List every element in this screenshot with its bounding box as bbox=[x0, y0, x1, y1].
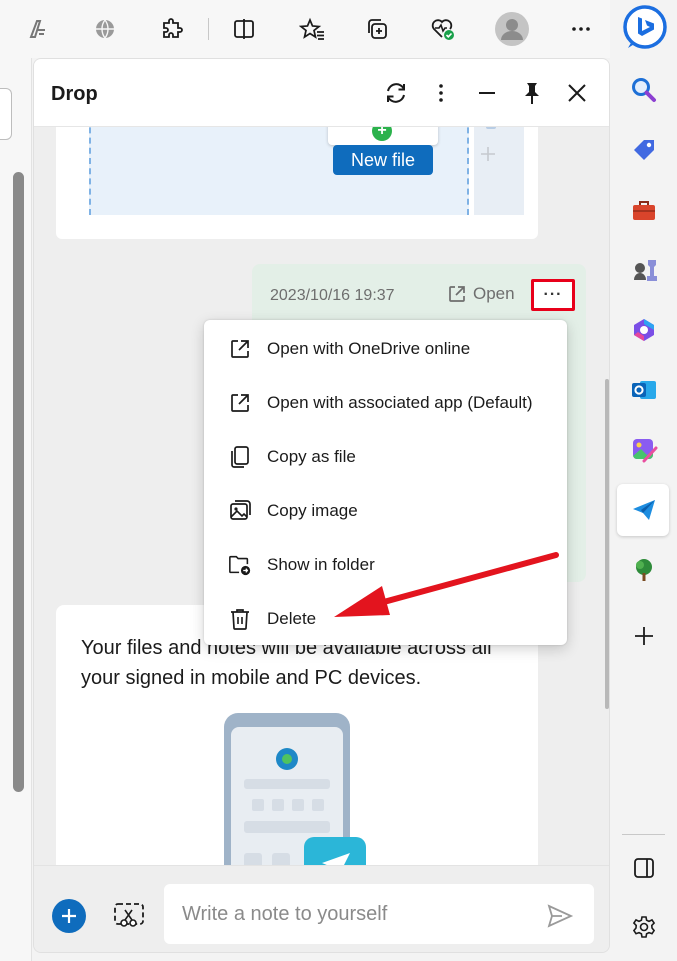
add-content-button[interactable] bbox=[52, 899, 86, 933]
menu-item-label: Delete bbox=[267, 609, 317, 628]
close-icon[interactable] bbox=[563, 79, 591, 107]
split-screen-icon[interactable] bbox=[229, 14, 259, 44]
open-external-icon bbox=[449, 286, 465, 302]
browser-essentials-icon[interactable] bbox=[428, 14, 458, 44]
trash-icon bbox=[228, 607, 252, 631]
plus-icon bbox=[62, 909, 76, 923]
search-icon[interactable] bbox=[626, 72, 662, 108]
collections-icon[interactable] bbox=[362, 14, 392, 44]
screenshot-icon[interactable] bbox=[112, 898, 146, 932]
settings-icon[interactable] bbox=[626, 910, 662, 946]
read-aloud-icon[interactable] bbox=[24, 14, 54, 44]
pane-header: Drop bbox=[34, 59, 609, 127]
menu-item-copy-as-file[interactable]: Copy as file bbox=[204, 430, 567, 484]
tree-icon[interactable] bbox=[626, 552, 662, 588]
send-icon[interactable] bbox=[544, 900, 576, 932]
tools-icon[interactable] bbox=[626, 192, 662, 228]
outlook-icon[interactable] bbox=[626, 372, 662, 408]
folder-icon bbox=[228, 553, 252, 577]
drop-icon[interactable] bbox=[626, 492, 662, 528]
copy-icon bbox=[228, 445, 252, 469]
message-more-label: ··· bbox=[543, 286, 563, 303]
browser-toolbar bbox=[0, 0, 610, 58]
designer-icon[interactable] bbox=[626, 432, 662, 468]
menu-item-label: Copy image bbox=[267, 501, 358, 520]
bing-copilot-icon[interactable] bbox=[622, 4, 668, 50]
sidebar-divider bbox=[622, 834, 665, 835]
annotation-arrow bbox=[334, 552, 559, 617]
image-icon bbox=[228, 499, 252, 523]
edge-sidebar bbox=[610, 0, 677, 961]
split-icon[interactable] bbox=[626, 850, 662, 886]
add-icon[interactable] bbox=[626, 618, 662, 654]
new-file-button[interactable]: New file bbox=[333, 145, 433, 175]
open-external-icon bbox=[228, 337, 252, 361]
shopping-icon[interactable] bbox=[626, 132, 662, 168]
microsoft-365-icon[interactable] bbox=[626, 312, 662, 348]
menu-item-label: Copy as file bbox=[267, 447, 356, 466]
menu-item-label: Open with associated app (Default) bbox=[267, 393, 533, 412]
pane-scrollbar[interactable] bbox=[605, 379, 609, 709]
info-card: Your files and notes will be available a… bbox=[56, 605, 538, 905]
menu-item-copy-image[interactable]: Copy image bbox=[204, 484, 567, 538]
translate-globe-icon[interactable] bbox=[90, 14, 120, 44]
profile-avatar[interactable] bbox=[494, 11, 530, 47]
pane-footer bbox=[34, 865, 609, 952]
extensions-icon[interactable] bbox=[157, 14, 187, 44]
note-input[interactable] bbox=[164, 884, 594, 944]
message-more-button[interactable]: ··· bbox=[531, 279, 575, 311]
menu-item-open-onedrive[interactable]: Open with OneDrive online bbox=[204, 322, 567, 376]
toolbar-divider bbox=[208, 18, 209, 40]
open-link[interactable]: Open bbox=[447, 284, 515, 304]
menu-item-label: Open with OneDrive online bbox=[267, 339, 471, 358]
more-icon[interactable] bbox=[566, 14, 596, 44]
open-label: Open bbox=[473, 284, 515, 303]
more-options-icon[interactable] bbox=[427, 79, 455, 107]
games-icon[interactable] bbox=[626, 252, 662, 288]
favorites-icon[interactable] bbox=[297, 14, 327, 44]
refresh-icon[interactable] bbox=[382, 79, 410, 107]
message-timestamp: 2023/10/16 19:37 bbox=[270, 287, 395, 304]
page-element-edge bbox=[0, 88, 12, 140]
pane-title: Drop bbox=[51, 83, 98, 105]
open-external-icon bbox=[228, 391, 252, 415]
page-scrollbar[interactable] bbox=[13, 172, 24, 792]
pin-icon[interactable] bbox=[518, 79, 546, 107]
menu-item-open-associated-app[interactable]: Open with associated app (Default) bbox=[204, 376, 567, 430]
minimize-icon[interactable] bbox=[473, 79, 501, 107]
